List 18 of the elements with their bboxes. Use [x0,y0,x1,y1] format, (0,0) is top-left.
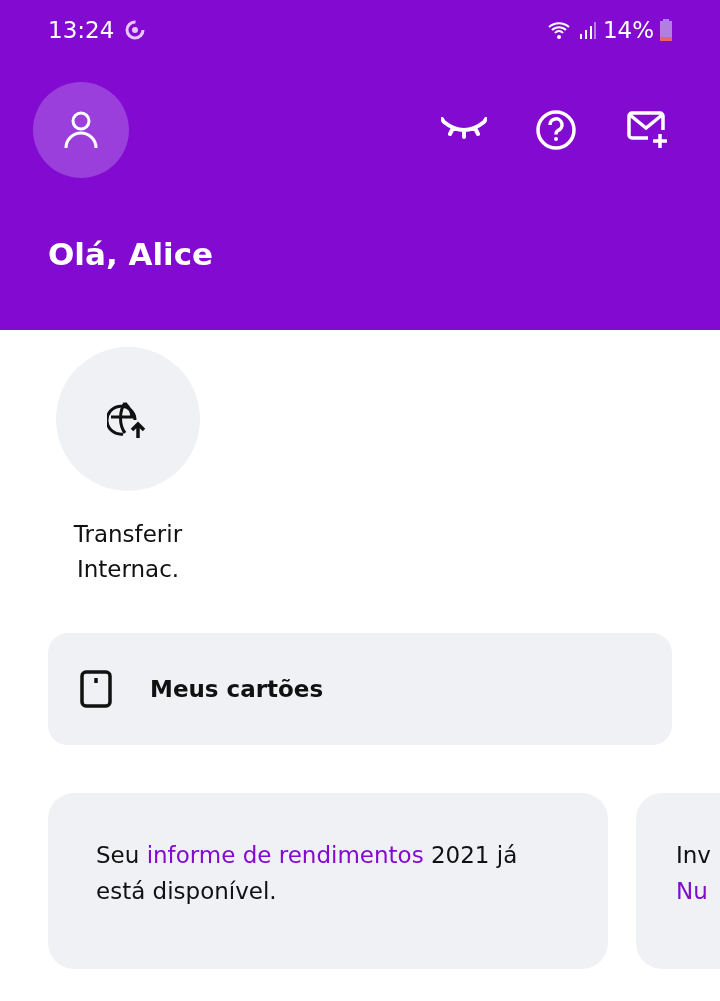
shortcut-label: Transferir Internac. [72,520,184,584]
info-card[interactable]: Inv Nu [636,793,720,969]
signal-icon [578,20,597,40]
info-link[interactable]: informe de rendimentos [146,842,424,868]
my-cards-button[interactable]: Meus cartões [48,633,672,745]
info-link[interactable]: Nu [676,878,708,904]
greeting: Olá, Alice [47,235,215,272]
battery-percent: 14% [602,17,654,43]
help-icon [535,109,577,151]
info-text: Seu informe de rendimentos 2021 já está disponível. [96,841,519,906]
info-text: Inv Nu [676,841,712,906]
info-card[interactable]: Seu informe de rendimentos 2021 já está disponível. [48,793,608,969]
mail-plus-icon [626,110,670,150]
person-icon [64,110,98,150]
status-time: 13:24 [48,17,115,43]
sync-icon [124,19,147,41]
battery-icon [660,19,672,41]
card-icon [80,670,112,708]
